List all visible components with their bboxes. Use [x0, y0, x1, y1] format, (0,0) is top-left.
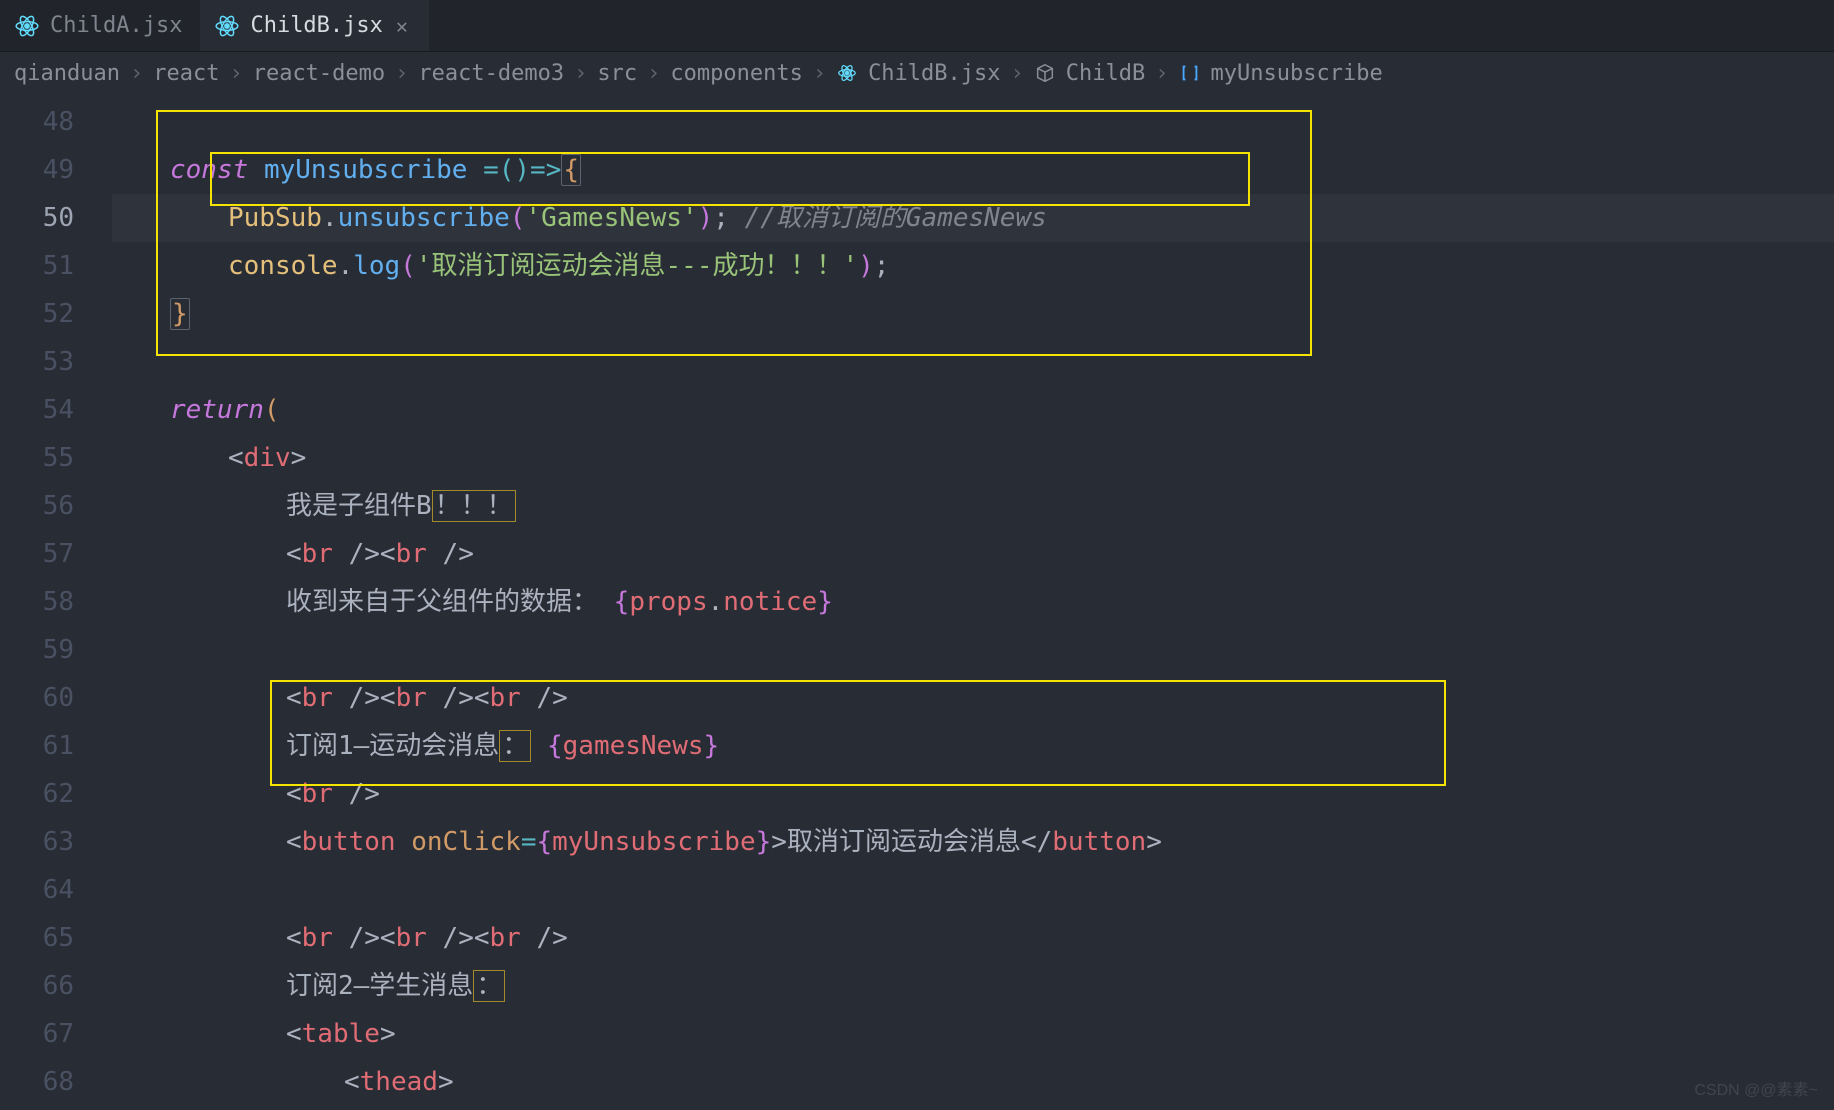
crumb-symbol[interactable]: myUnsubscribe: [1211, 61, 1383, 86]
line-number: 54: [0, 386, 112, 434]
line-number: 55: [0, 434, 112, 482]
code-line: <button onClick={myUnsubscribe}>取消订阅运动会消…: [112, 818, 1834, 866]
line-number: 67: [0, 1010, 112, 1058]
tab-label: ChildB.jsx: [250, 13, 382, 38]
code-line: return(: [112, 386, 1834, 434]
react-icon: [214, 13, 240, 39]
code-area[interactable]: const myUnsubscribe =()=>{ PubSub.unsubs…: [112, 94, 1834, 1110]
code-editor[interactable]: 4849505152535455565758596061626364656667…: [0, 94, 1834, 1110]
code-line: 收到来自于父组件的数据： {props.notice}: [112, 578, 1834, 626]
line-number: 52: [0, 290, 112, 338]
code-line: [112, 98, 1834, 146]
line-number: 53: [0, 338, 112, 386]
code-line: const myUnsubscribe =()=>{: [112, 146, 1834, 194]
crumb[interactable]: src: [597, 61, 637, 86]
crumb-file[interactable]: ChildB.jsx: [868, 61, 1000, 86]
line-number: 68: [0, 1058, 112, 1106]
symbol-cube-icon: [1034, 62, 1056, 84]
line-number: 59: [0, 626, 112, 674]
line-number: 50: [0, 194, 112, 242]
code-line: [112, 626, 1834, 674]
crumb[interactable]: components: [670, 61, 802, 86]
react-icon: [14, 13, 40, 39]
code-line: <table>: [112, 1010, 1834, 1058]
code-line: 订阅2—学生消息：: [112, 962, 1834, 1010]
code-line: <div>: [112, 434, 1834, 482]
line-number: 62: [0, 770, 112, 818]
code-line: }: [112, 290, 1834, 338]
line-number-gutter: 4849505152535455565758596061626364656667…: [0, 94, 112, 1110]
code-line: PubSub.unsubscribe('GamesNews'); //取消订阅的…: [112, 194, 1834, 242]
code-line: 订阅1—运动会消息： {gamesNews}: [112, 722, 1834, 770]
code-line: [112, 338, 1834, 386]
crumb[interactable]: react-demo3: [418, 61, 564, 86]
react-icon: [836, 62, 858, 84]
crumb[interactable]: qianduan: [14, 61, 120, 86]
tab-child-a[interactable]: ChildA.jsx: [0, 0, 200, 51]
watermark: CSDN @@素素~: [1694, 1076, 1818, 1100]
code-line: <br />: [112, 770, 1834, 818]
line-number: 58: [0, 578, 112, 626]
line-number: 51: [0, 242, 112, 290]
code-line: [112, 866, 1834, 914]
line-number: 63: [0, 818, 112, 866]
code-line: <br /><br /><br />: [112, 674, 1834, 722]
line-number: 61: [0, 722, 112, 770]
line-number: 56: [0, 482, 112, 530]
line-number: 64: [0, 866, 112, 914]
line-number: 57: [0, 530, 112, 578]
crumb[interactable]: react: [153, 61, 219, 86]
code-line: 我是子组件B！！！: [112, 482, 1834, 530]
tab-bar: ChildA.jsx ChildB.jsx ✕: [0, 0, 1834, 52]
symbol-variable-icon: [1179, 62, 1201, 84]
line-number: 66: [0, 962, 112, 1010]
line-number: 60: [0, 674, 112, 722]
line-number: 48: [0, 98, 112, 146]
line-number: 49: [0, 146, 112, 194]
close-icon[interactable]: ✕: [393, 14, 411, 38]
tab-label: ChildA.jsx: [50, 13, 182, 38]
code-line: console.log('取消订阅运动会消息---成功！！！');: [112, 242, 1834, 290]
code-line: <thead>: [112, 1058, 1834, 1106]
crumb-symbol[interactable]: ChildB: [1066, 61, 1145, 86]
code-line: <br /><br /><br />: [112, 914, 1834, 962]
code-line: <br /><br />: [112, 530, 1834, 578]
tab-child-b[interactable]: ChildB.jsx ✕: [200, 0, 428, 51]
line-number: 65: [0, 914, 112, 962]
crumb[interactable]: react-demo: [253, 61, 385, 86]
breadcrumb[interactable]: qianduan› react› react-demo› react-demo3…: [0, 52, 1834, 94]
